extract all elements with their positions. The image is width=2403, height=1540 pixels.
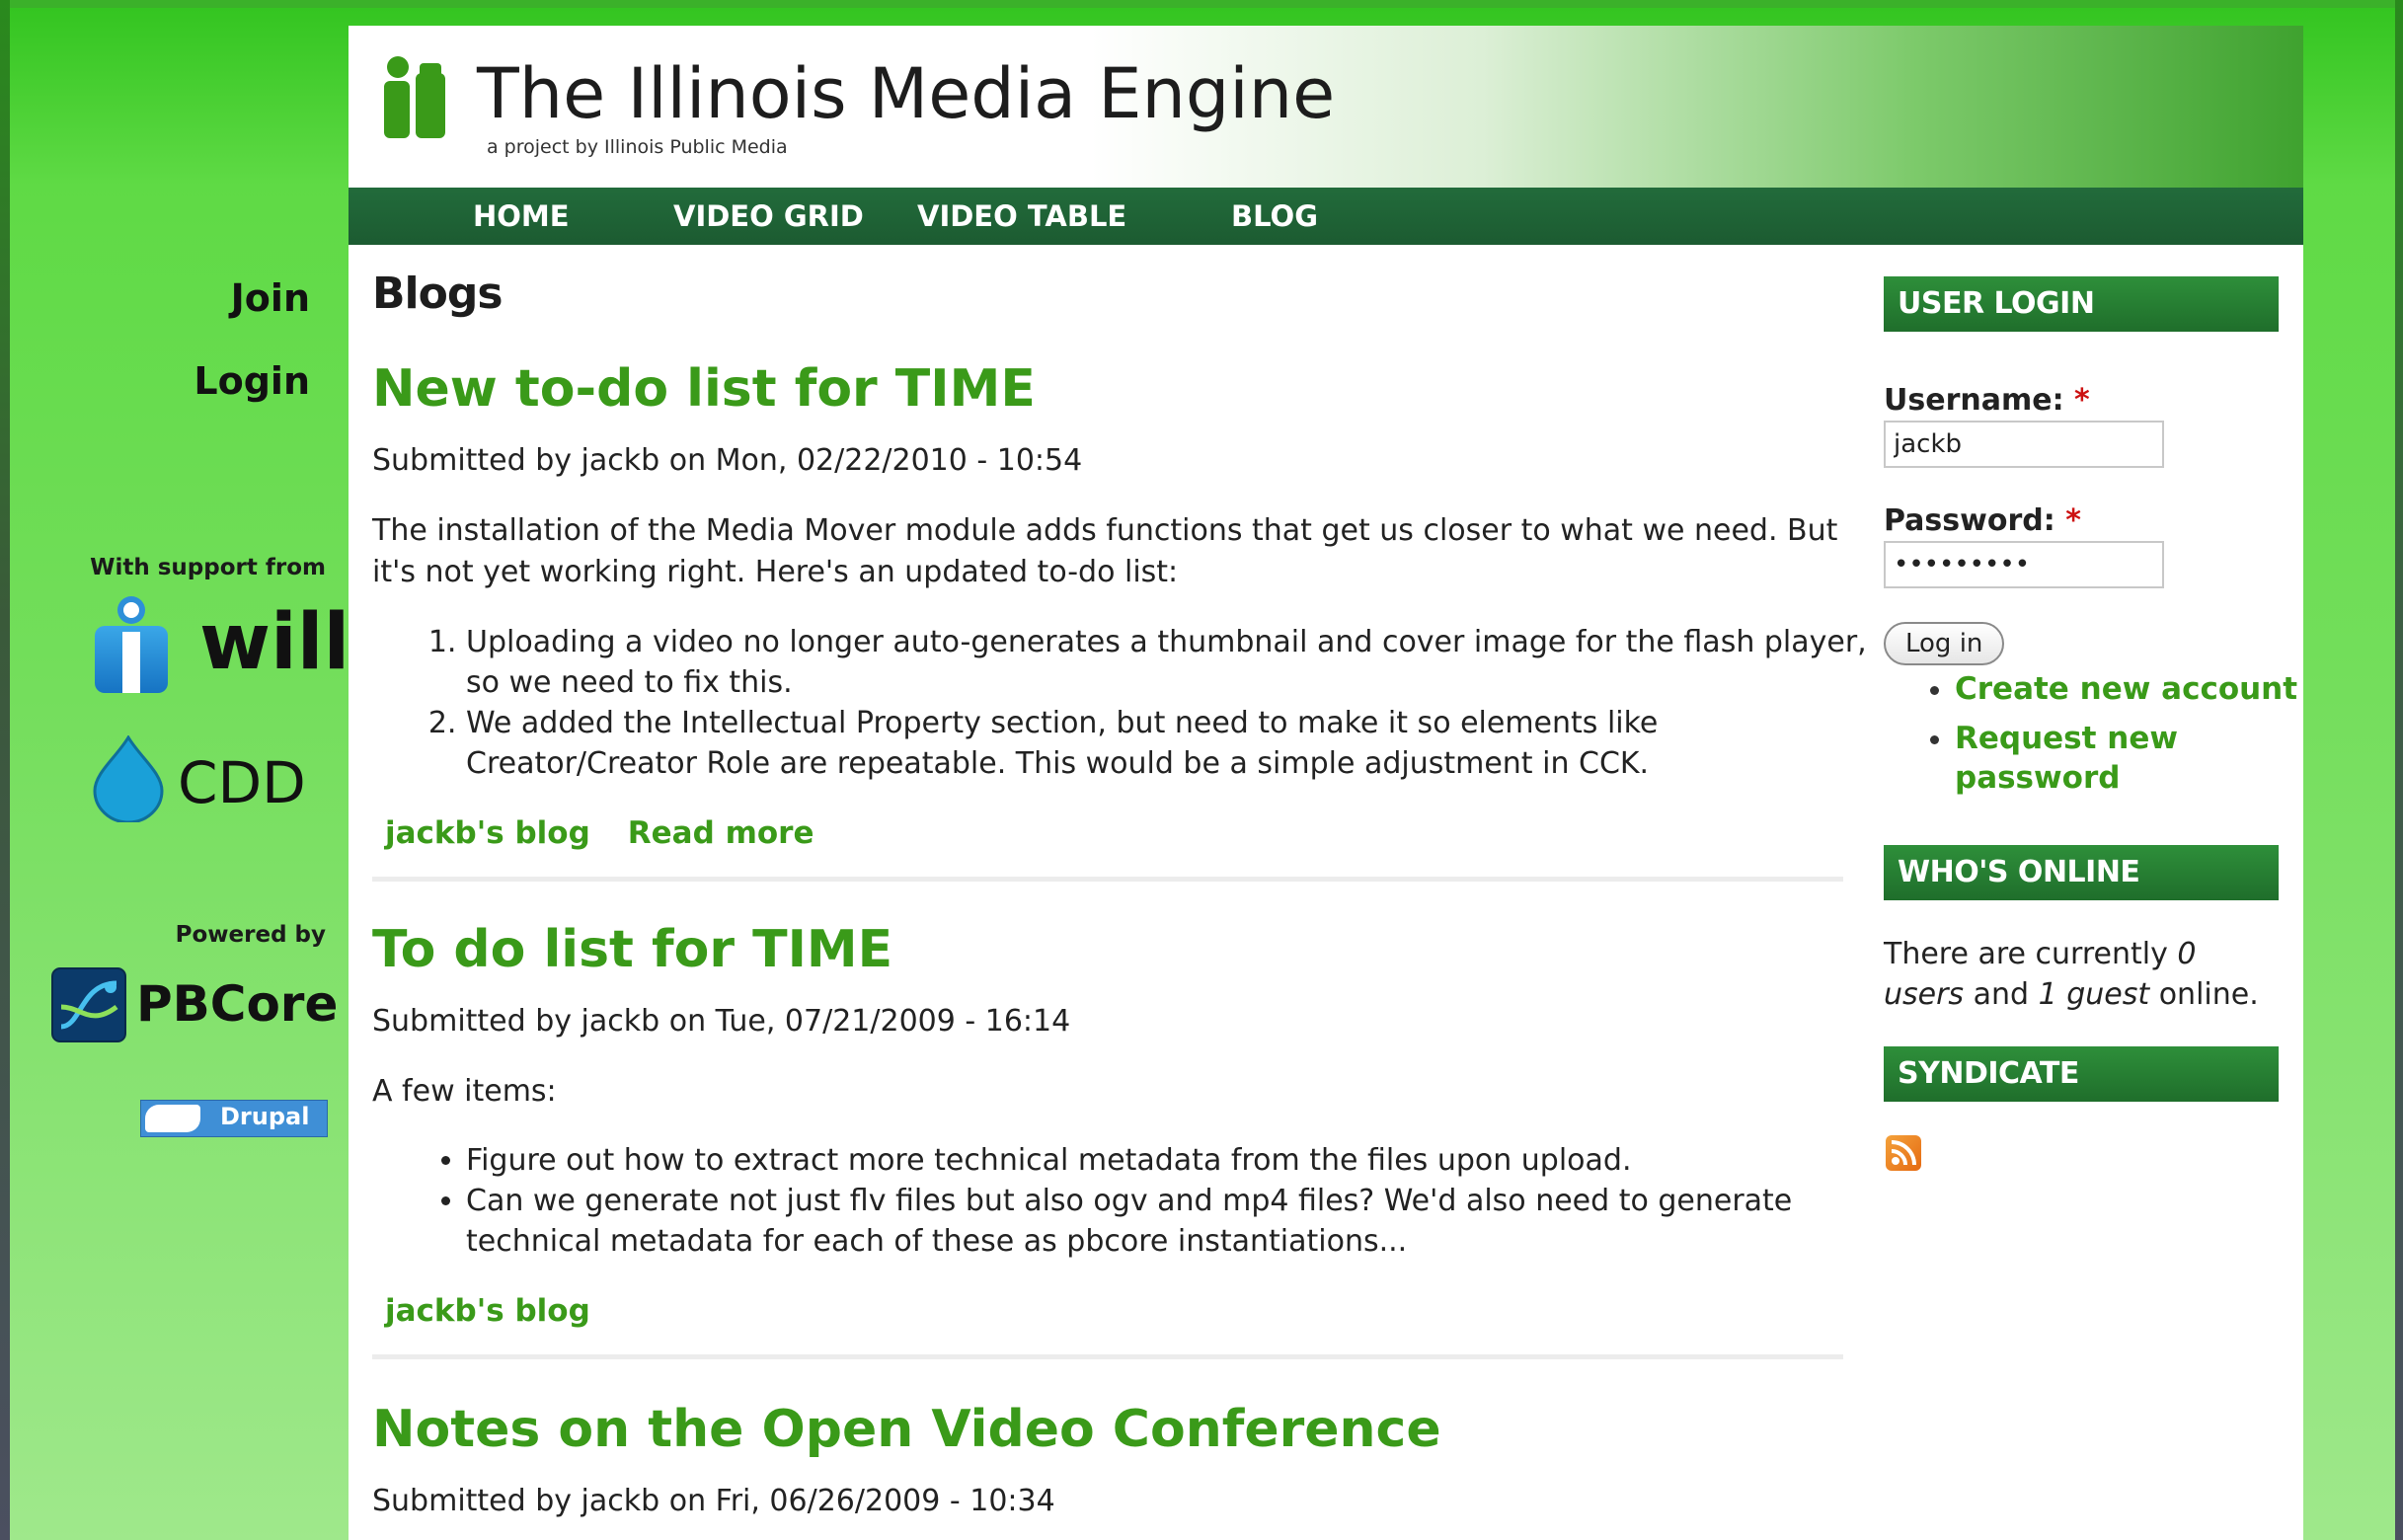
rss-feed-icon[interactable] xyxy=(1886,1135,1921,1171)
username-label-text: Username: xyxy=(1884,383,2064,418)
username-input[interactable] xyxy=(1884,421,2164,468)
post-meta-3: Submitted by jackb on Fri, 06/26/2009 - … xyxy=(372,1484,1055,1518)
post-body-1: The installation of the Media Mover modu… xyxy=(372,513,1838,589)
post-list-2: Figure out how to extract more technical… xyxy=(415,1140,1898,1262)
site-tagline: a project by Illinois Public Media xyxy=(487,136,788,158)
nav-home[interactable]: HOME xyxy=(473,188,570,245)
site-header: The Illinois Media Engine a project by I… xyxy=(349,26,2303,188)
create-account-link[interactable]: Create new account xyxy=(1955,669,2330,709)
syndicate-title: SYNDICATE xyxy=(1884,1046,2279,1102)
site-title[interactable]: The Illinois Media Engine xyxy=(477,53,1335,134)
pbcore-text: PBCore xyxy=(136,975,339,1033)
required-mark: * xyxy=(2074,383,2090,418)
password-label: Password: * xyxy=(1884,503,2081,538)
rss-glyph xyxy=(1891,1140,1916,1166)
blog-link[interactable]: jackb's blog xyxy=(385,815,590,851)
nav-video-table[interactable]: VIDEO TABLE xyxy=(917,188,1126,245)
frame-left xyxy=(0,0,10,1540)
will-logo[interactable]: will xyxy=(89,592,349,701)
post-links-1: jackb's blog Read more xyxy=(385,815,852,851)
online-guests: 1 guest xyxy=(2038,977,2150,1012)
password-input[interactable] xyxy=(1884,541,2164,588)
cdd-text: CDD xyxy=(178,749,306,816)
page-title: Blogs xyxy=(372,269,504,319)
username-label: Username: * xyxy=(1884,383,2090,418)
post-title-2[interactable]: To do list for TIME xyxy=(372,920,892,979)
log-in-button[interactable]: Log in xyxy=(1884,622,2005,665)
list-item: Can we generate not just flv files but a… xyxy=(466,1181,1898,1262)
post-divider xyxy=(372,877,1843,882)
will-icon xyxy=(95,596,168,693)
post-title-3[interactable]: Notes on the Open Video Conference xyxy=(372,1400,1441,1459)
pbcore-logo[interactable]: PBCore xyxy=(51,967,338,1046)
droplet-icon xyxy=(93,735,164,822)
list-item: Uploading a video no longer auto-generat… xyxy=(466,622,1898,703)
dna-icon xyxy=(51,967,126,1042)
nav-video-grid[interactable]: VIDEO GRID xyxy=(673,188,864,245)
post-body-2: A few items: xyxy=(372,1074,557,1109)
online-status: There are currently 0 users and 1 guest … xyxy=(1884,934,2279,1015)
cdd-logo[interactable]: CDD xyxy=(89,735,326,824)
read-more-link[interactable]: Read more xyxy=(628,815,814,851)
post-divider xyxy=(372,1354,1843,1359)
ime-logo-icon[interactable] xyxy=(376,55,453,144)
post-list-1: Uploading a video no longer auto-generat… xyxy=(415,622,1898,784)
frame-right xyxy=(2395,0,2403,1540)
post-links-2: jackb's blog xyxy=(385,1293,628,1329)
list-item: We added the Intellectual Property secti… xyxy=(466,703,1898,784)
frame-top xyxy=(0,0,2403,8)
password-label-text: Password: xyxy=(1884,503,2055,538)
request-password-link[interactable]: Request new password xyxy=(1955,719,2330,798)
nav-blog[interactable]: BLOG xyxy=(1231,188,1318,245)
login-links: Create new account Request new password xyxy=(1915,669,2330,808)
post-title-1[interactable]: New to-do list for TIME xyxy=(372,359,1036,419)
list-item: Figure out how to extract more technical… xyxy=(466,1140,1898,1181)
online-and: and xyxy=(1973,977,2030,1012)
online-prefix: There are currently xyxy=(1884,937,2168,971)
required-mark: * xyxy=(2065,503,2081,538)
main-nav: HOME VIDEO GRID VIDEO TABLE BLOG xyxy=(349,188,2303,245)
post-meta-2: Submitted by jackb on Tue, 07/21/2009 - … xyxy=(372,1004,1071,1039)
drupal-icon xyxy=(145,1105,200,1132)
will-text: will xyxy=(199,598,350,687)
drupal-badge[interactable]: Drupal xyxy=(140,1100,328,1137)
blog-link[interactable]: jackb's blog xyxy=(385,1293,590,1329)
powered-by-label: Powered by xyxy=(175,922,326,948)
post-meta-1: Submitted by jackb on Mon, 02/22/2010 - … xyxy=(372,443,1083,478)
user-login-title: USER LOGIN xyxy=(1884,276,2279,332)
drupal-text: Drupal xyxy=(220,1103,310,1130)
join-link[interactable]: Join xyxy=(231,276,310,320)
support-label: With support from xyxy=(90,555,326,580)
login-link[interactable]: Login xyxy=(194,359,310,403)
whos-online-title: WHO'S ONLINE xyxy=(1884,845,2279,900)
online-suffix: online. xyxy=(2158,977,2259,1012)
